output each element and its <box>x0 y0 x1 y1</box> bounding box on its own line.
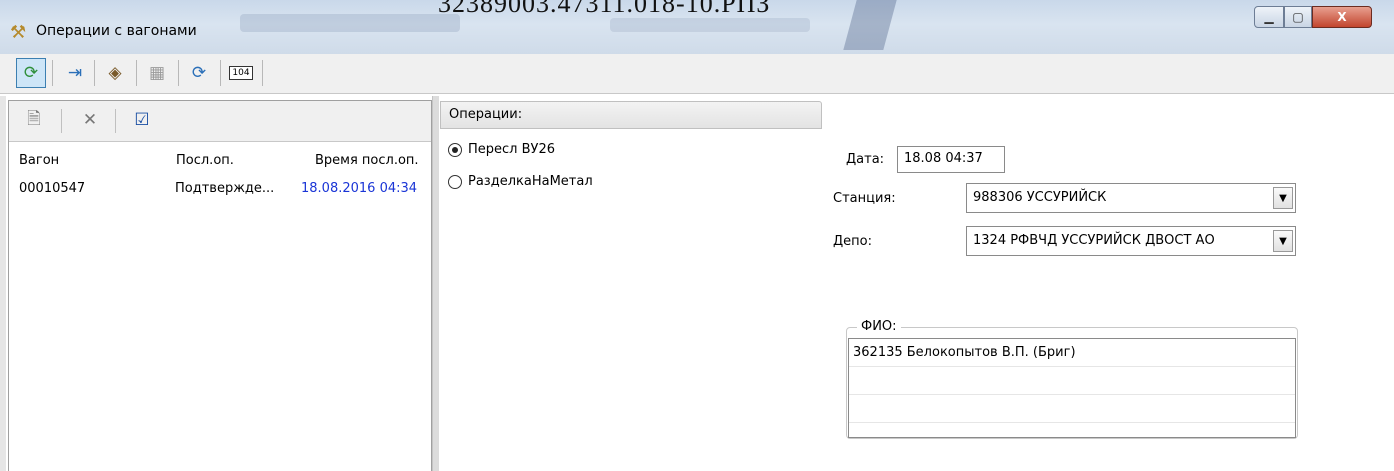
date-field[interactable]: 18.08 04:37 <box>897 146 1005 173</box>
delete-button[interactable]: ✕ <box>77 107 103 133</box>
column-header-last-op[interactable]: Посл.оп. <box>176 153 234 168</box>
refresh-button[interactable]: ⟳ <box>16 58 46 88</box>
list-item[interactable] <box>849 367 1295 395</box>
paint-bucket-icon: ◈ <box>108 63 122 83</box>
table-row[interactable]: 00010547 Подтверждe... 18.08.2016 04:34 <box>9 181 431 203</box>
fio-label: ФИО: <box>857 319 901 334</box>
operation-label: Пересл ВУ26 <box>468 142 555 157</box>
station-value: 988306 УССУРИЙСК <box>973 190 1107 205</box>
maximize-button[interactable]: ▢ <box>1284 6 1312 28</box>
toolbar-separator <box>220 60 221 86</box>
calculator-button[interactable]: ▦ <box>142 58 172 88</box>
depot-value: 1324 РФВЧД УССУРИЙСК ДВОСТ АО <box>973 233 1215 248</box>
operation-label: РазделкаНаМетал <box>468 174 593 189</box>
wagon-list-toolbar: 🗎 ✕ ☑ <box>9 101 431 142</box>
wagon-table-header: Вагон Посл.оп. Время посл.оп. <box>9 153 431 173</box>
import-icon: ⇥ <box>67 63 83 83</box>
column-header-last-op-time[interactable]: Время посл.оп. <box>315 153 419 168</box>
list-item[interactable] <box>849 395 1295 423</box>
checkbox-icon: ☑ <box>134 110 150 130</box>
titlebar-background-blur <box>843 0 897 50</box>
minimize-icon: ▁ <box>1264 10 1274 24</box>
toolbar-separator <box>136 60 137 86</box>
tools-icon: ⚒ <box>10 22 27 43</box>
confirm-button[interactable]: ☑ <box>129 107 155 133</box>
close-icon: X <box>1337 10 1347 24</box>
fio-group: ФИО: 362135 Белокопытов В.П. (Бриг) <box>846 319 1298 439</box>
chevron-down-icon[interactable]: ▼ <box>1273 187 1293 209</box>
document-icon: 104 <box>229 66 253 80</box>
minimize-button[interactable]: ▁ <box>1254 6 1284 28</box>
titlebar-background-blur <box>240 14 460 32</box>
chevron-down-icon[interactable]: ▼ <box>1273 230 1293 252</box>
form-104-button[interactable]: 104 <box>226 58 256 88</box>
depot-label: Депо: <box>833 234 872 249</box>
refresh-icon: ⟳ <box>191 63 207 83</box>
wagon-list-panel: 🗎 ✕ ☑ Вагон Посл.оп. Время посл.оп. 0001… <box>8 100 432 471</box>
toolbar-separator <box>115 109 116 133</box>
window-title: Операции с вагонами <box>36 23 197 39</box>
toolbar-separator <box>178 60 179 86</box>
panel-splitter[interactable] <box>432 96 439 471</box>
date-label: Дата: <box>846 152 885 167</box>
toolbar-separator <box>52 60 53 86</box>
fill-button[interactable]: ◈ <box>100 58 130 88</box>
titlebar-background-blur <box>610 18 810 32</box>
radio-unselected-icon <box>448 174 462 189</box>
delete-icon: ✕ <box>82 110 98 130</box>
toolbar-separator <box>94 60 95 86</box>
station-label: Станция: <box>833 191 896 206</box>
last-operation: Подтверждe... <box>175 181 275 196</box>
toolbar-separator <box>61 109 62 133</box>
calculator-icon: ▦ <box>148 63 166 83</box>
wagon-number: 00010547 <box>19 181 86 196</box>
last-operation-time: 18.08.2016 04:34 <box>301 181 418 196</box>
operation-radio-scrap-metal[interactable]: РазделкаНаМетал <box>448 174 593 189</box>
list-item[interactable]: 362135 Белокопытов В.П. (Бриг) <box>849 339 1295 367</box>
radio-selected-icon <box>448 142 462 157</box>
operations-header: Операции: <box>440 101 822 129</box>
toolbar-separator <box>262 60 263 86</box>
refresh-icon: ⟳ <box>23 63 39 83</box>
operation-radio-resend-vu26[interactable]: Пересл ВУ26 <box>448 142 555 157</box>
fio-list[interactable]: 362135 Белокопытов В.П. (Бриг) <box>848 338 1296 438</box>
maximize-icon: ▢ <box>1292 10 1304 24</box>
main-toolbar: ⟳ ⇥ ◈ ▦ ⟳ 104 <box>0 54 1394 94</box>
document-id-overlay: 32389003.47311.018-10.PПЗ <box>438 0 771 18</box>
document-icon: 🗎 <box>27 108 41 129</box>
refresh-all-button[interactable]: ⟳ <box>184 58 214 88</box>
depot-select[interactable]: 1324 РФВЧД УССУРИЙСК ДВОСТ АО ▼ <box>966 226 1296 256</box>
close-button[interactable]: X <box>1312 6 1372 28</box>
left-edge-bar <box>0 96 6 471</box>
station-select[interactable]: 988306 УССУРИЙСК ▼ <box>966 183 1296 213</box>
new-document-button[interactable]: 🗎 <box>21 107 47 133</box>
column-header-wagon[interactable]: Вагон <box>19 153 59 168</box>
import-button[interactable]: ⇥ <box>60 58 90 88</box>
